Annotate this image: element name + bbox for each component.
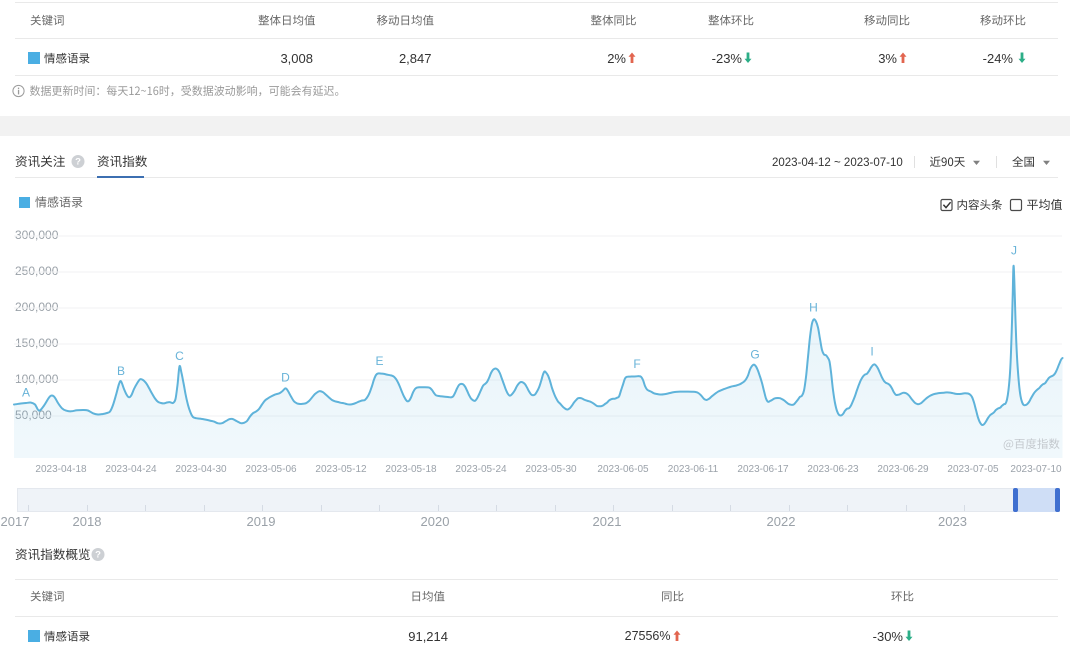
svg-text:?: ? xyxy=(75,157,81,168)
svg-text:G: G xyxy=(750,347,759,361)
svg-text:A: A xyxy=(22,385,30,399)
svg-text:I: I xyxy=(870,344,873,358)
svg-text:H: H xyxy=(809,300,818,314)
svg-text:B: B xyxy=(117,364,125,378)
svg-text:F: F xyxy=(633,357,640,371)
svg-text:D: D xyxy=(281,370,290,384)
svg-text:E: E xyxy=(375,354,383,368)
svg-text:?: ? xyxy=(95,550,101,561)
svg-text:J: J xyxy=(1011,243,1017,257)
svg-text:C: C xyxy=(175,349,184,363)
